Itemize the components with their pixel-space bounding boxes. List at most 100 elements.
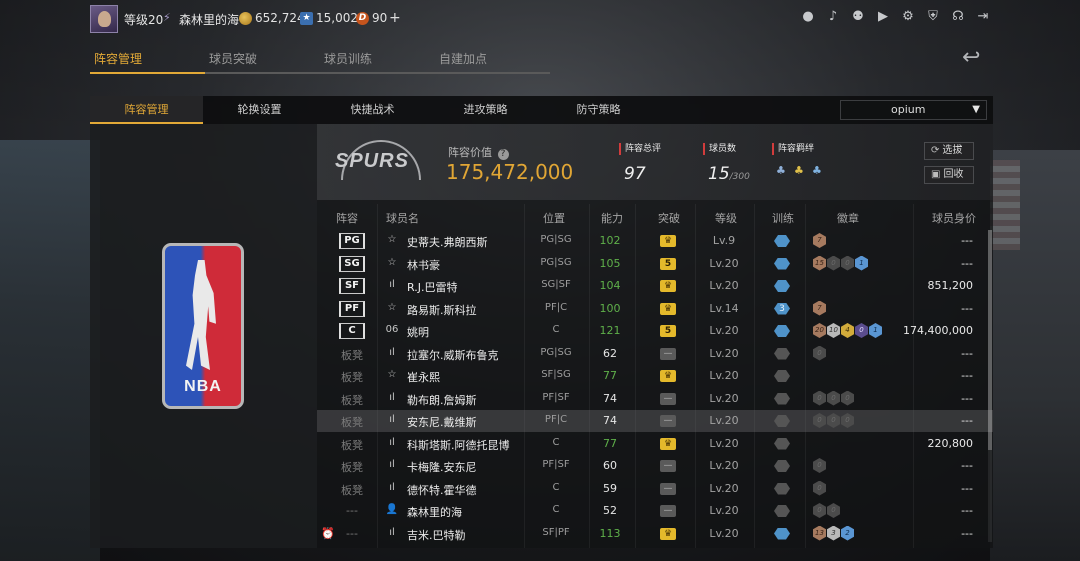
player-name[interactable]: 德怀特.霍华德 bbox=[407, 482, 477, 498]
scout-button[interactable]: ⟳ 选拔 bbox=[924, 142, 974, 160]
subtab-lineup[interactable]: 阵容管理 bbox=[90, 96, 203, 124]
table-row[interactable]: C 06 姚明 C 121 5 Lv.20 20 10 4 0 1 174,400,000 bbox=[317, 320, 993, 342]
badge-icon[interactable]: 20 bbox=[813, 323, 826, 338]
player-name[interactable]: 安东尼.戴维斯 bbox=[407, 414, 477, 430]
subtab-defense[interactable]: 防守策略 bbox=[542, 96, 655, 124]
badge-icon[interactable]: 0 bbox=[813, 390, 826, 406]
badge-icon[interactable]: 3 bbox=[827, 525, 840, 541]
chemistry-icon-3[interactable]: ♣ bbox=[812, 164, 827, 177]
lineup-slot[interactable]: 板凳 bbox=[339, 459, 365, 475]
lineup-slot[interactable]: 板凳 bbox=[339, 369, 365, 385]
player-name[interactable]: 勒布朗.詹姆斯 bbox=[407, 392, 477, 408]
lineup-slot[interactable]: PG bbox=[339, 233, 365, 249]
crown-icon[interactable]: ♛ bbox=[660, 302, 676, 315]
breakthrough-empty-icon[interactable]: — bbox=[660, 505, 676, 517]
tab-custom-points[interactable]: 自建加点 bbox=[435, 50, 550, 74]
badge-icon[interactable]: 0 bbox=[827, 503, 840, 518]
tab-lineup-management[interactable]: 阵容管理 bbox=[90, 50, 205, 74]
friends-icon[interactable]: ⚉ bbox=[851, 10, 865, 24]
breakthrough-empty-icon[interactable]: — bbox=[660, 482, 676, 495]
bell-icon[interactable]: ♪ bbox=[826, 10, 840, 24]
breakthrough-empty-icon[interactable]: — bbox=[660, 415, 676, 427]
subtab-quick-tactics[interactable]: 快捷战术 bbox=[316, 96, 429, 124]
shield-icon[interactable]: ⛨ bbox=[926, 10, 940, 24]
training-icon[interactable] bbox=[774, 505, 790, 517]
badge-icon[interactable]: 13 bbox=[813, 525, 826, 541]
breakthrough-empty-icon[interactable]: — bbox=[660, 392, 676, 405]
profile-icon[interactable]: ● bbox=[801, 10, 815, 24]
player-name[interactable]: 拉塞尔.威斯布鲁克 bbox=[407, 347, 499, 363]
lineup-slot[interactable]: 板凳 bbox=[339, 437, 365, 453]
breakthrough-empty-icon[interactable]: — bbox=[660, 460, 676, 472]
badge-icon[interactable]: 2 bbox=[841, 525, 854, 541]
table-row[interactable]: PG ☆ 史蒂夫.弗朗西斯 PG|SG 102 ♛ Lv.9 7 --- bbox=[317, 230, 993, 252]
lineup-slot[interactable]: PF bbox=[339, 300, 365, 317]
breakthrough-badge[interactable]: 5 bbox=[660, 257, 676, 270]
badge-icon[interactable]: 0 bbox=[841, 413, 854, 428]
training-icon[interactable] bbox=[774, 370, 790, 382]
badge-icon[interactable]: 7 bbox=[813, 300, 826, 316]
chemistry-icon-2[interactable]: ♣ bbox=[794, 164, 809, 177]
table-row[interactable]: --- 👤 森林里的海 C 52 — Lv.20 0 0 --- bbox=[317, 500, 993, 522]
badge-icon[interactable]: 4 bbox=[841, 323, 854, 338]
player-name[interactable]: 科斯塔斯.阿德托昆博 bbox=[407, 437, 510, 453]
badge-icon[interactable]: 0 bbox=[827, 255, 840, 271]
badge-icon[interactable]: 0 bbox=[813, 413, 826, 428]
player-name[interactable]: 林书豪 bbox=[407, 257, 440, 273]
player-name[interactable]: R.J.巴雷特 bbox=[407, 279, 458, 295]
lineup-slot[interactable]: C bbox=[339, 323, 365, 339]
table-row[interactable]: 板凳 ıl 安东尼.戴维斯 PF|C 74 — Lv.20 0 0 0 --- bbox=[317, 410, 993, 432]
badge-icon[interactable]: 10 bbox=[827, 323, 840, 338]
training-icon[interactable] bbox=[774, 460, 790, 472]
add-currency-button[interactable]: + bbox=[389, 10, 401, 26]
training-icon[interactable] bbox=[774, 482, 790, 495]
badge-icon[interactable]: 15 bbox=[813, 255, 826, 271]
badge-icon[interactable]: 7 bbox=[813, 233, 826, 248]
crown-icon[interactable]: ♛ bbox=[660, 437, 676, 450]
badge-icon[interactable]: 0 bbox=[841, 390, 854, 406]
player-name[interactable]: 路易斯.斯科拉 bbox=[407, 302, 477, 318]
training-icon[interactable] bbox=[774, 280, 790, 292]
badge-icon[interactable]: 0 bbox=[827, 390, 840, 406]
badge-icon[interactable]: 0 bbox=[841, 255, 854, 271]
badge-icon[interactable]: 1 bbox=[869, 323, 882, 338]
team-select[interactable]: opium ▼ bbox=[840, 100, 987, 120]
recycle-button[interactable]: ▣ 回收 bbox=[924, 166, 974, 184]
badge-icon[interactable]: 0 bbox=[813, 345, 826, 361]
crown-icon[interactable]: ♛ bbox=[660, 370, 676, 382]
table-row[interactable]: 板凳 ☆ 崔永熙 SF|SG 77 ♛ Lv.20 --- bbox=[317, 365, 993, 387]
crown-icon[interactable]: ♛ bbox=[660, 235, 676, 247]
training-icon[interactable] bbox=[774, 437, 790, 450]
table-row[interactable]: 板凳 ıl 德怀特.霍华德 C 59 — Lv.20 0 --- bbox=[317, 478, 993, 500]
exit-icon[interactable]: ⇥ bbox=[976, 10, 990, 24]
badge-icon[interactable]: 0 bbox=[813, 480, 826, 496]
lineup-slot[interactable]: 板凳 bbox=[339, 347, 365, 363]
crown-icon[interactable]: ♛ bbox=[660, 527, 676, 540]
lineup-slot[interactable]: --- bbox=[339, 504, 365, 517]
training-icon[interactable] bbox=[774, 235, 790, 247]
training-icon[interactable] bbox=[774, 415, 790, 427]
training-icon[interactable] bbox=[774, 527, 790, 540]
subtab-offense[interactable]: 进攻策略 bbox=[429, 96, 542, 124]
lineup-slot[interactable]: 板凳 bbox=[339, 414, 365, 430]
breakthrough-badge[interactable]: 5 bbox=[660, 325, 676, 337]
badge-icon[interactable]: 0 bbox=[813, 503, 826, 518]
subtab-rotation[interactable]: 轮换设置 bbox=[203, 96, 316, 124]
training-icon[interactable]: 3 bbox=[774, 302, 790, 315]
player-name[interactable]: 姚明 bbox=[407, 324, 429, 340]
table-row[interactable]: ⏰ --- ıl 吉米.巴特勒 SF|PF 113 ♛ Lv.20 13 3 2 --- bbox=[317, 523, 993, 545]
avatar[interactable] bbox=[90, 5, 118, 33]
player-name[interactable]: 史蒂夫.弗朗西斯 bbox=[407, 234, 488, 250]
breakthrough-empty-icon[interactable]: — bbox=[660, 347, 676, 360]
back-arrow-icon[interactable]: ↩ bbox=[962, 47, 992, 69]
table-row[interactable]: 板凳 ıl 勒布朗.詹姆斯 PF|SF 74 — Lv.20 0 0 0 --- bbox=[317, 388, 993, 410]
tab-player-breakthrough[interactable]: 球员突破 bbox=[205, 50, 320, 74]
table-row[interactable]: 板凳 ıl 拉塞尔.威斯布鲁克 PG|SG 62 — Lv.20 0 --- bbox=[317, 343, 993, 365]
crown-icon[interactable]: ♛ bbox=[660, 280, 676, 292]
tab-player-training[interactable]: 球员训练 bbox=[320, 50, 435, 74]
chemistry-icon-1[interactable]: ♣ bbox=[776, 164, 791, 177]
training-icon[interactable] bbox=[774, 392, 790, 405]
badge-icon[interactable]: 0 bbox=[827, 413, 840, 428]
table-row[interactable]: 板凳 ıl 科斯塔斯.阿德托昆博 C 77 ♛ Lv.20 220,800 bbox=[317, 433, 993, 455]
player-name[interactable]: 卡梅隆.安东尼 bbox=[407, 459, 477, 475]
